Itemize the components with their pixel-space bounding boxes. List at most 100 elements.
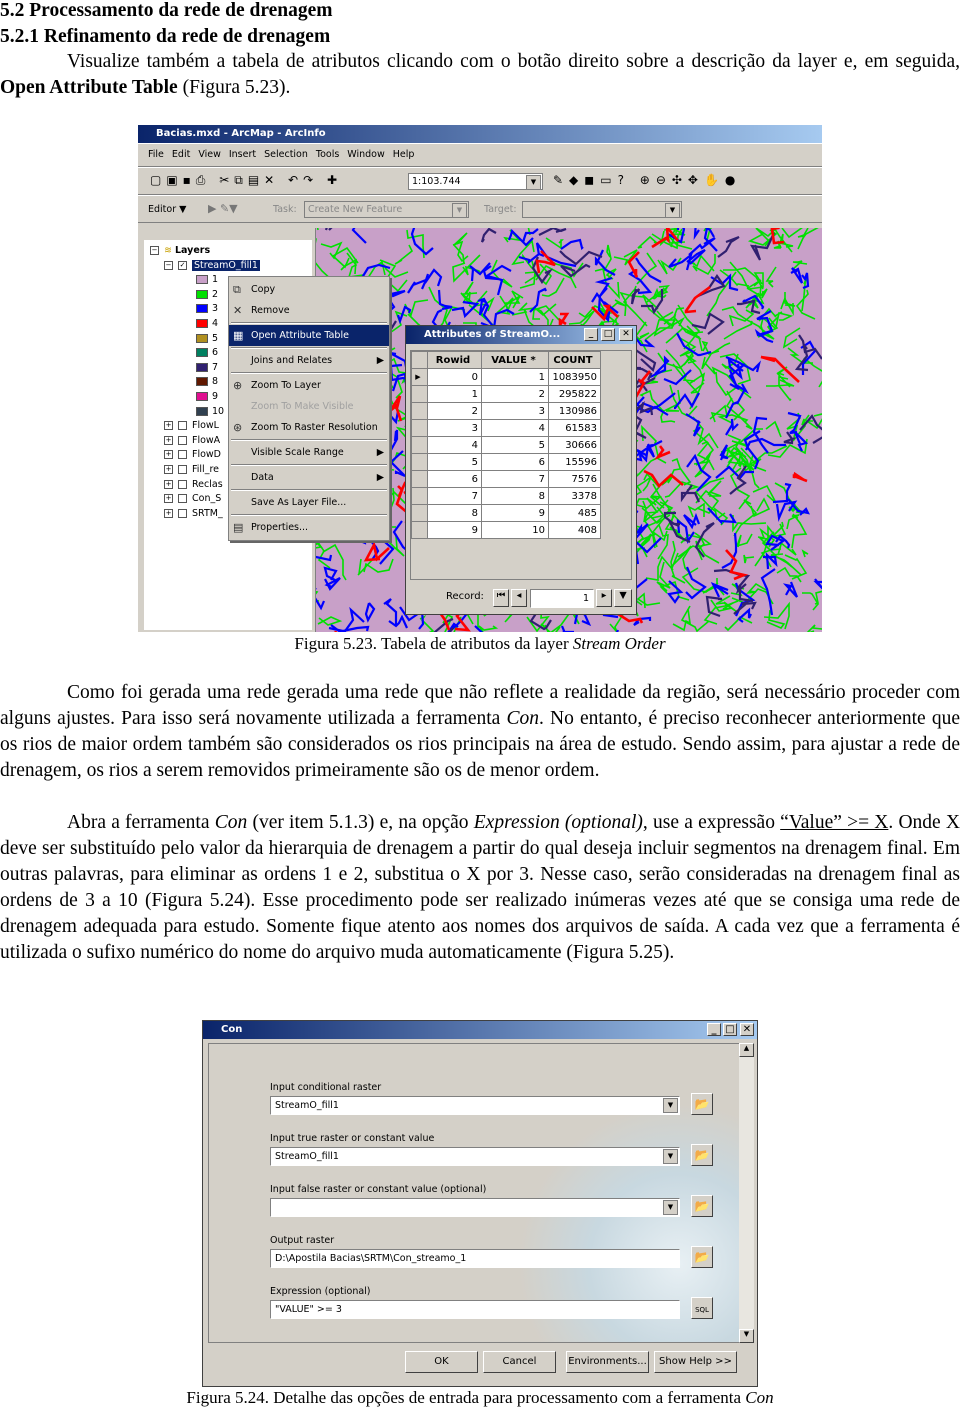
table-cell[interactable]: 9 xyxy=(481,504,549,522)
table-cell[interactable]: 10 xyxy=(481,521,549,539)
edit-tool-icons[interactable]: ▶ ✎▼ xyxy=(208,202,238,215)
scale-combo[interactable]: 1:103.744 ▼ xyxy=(408,173,543,190)
minimize-button[interactable]: _ xyxy=(584,328,598,341)
table-cell[interactable]: 9 xyxy=(427,521,482,539)
toolbar-icons-right[interactable]: ✎◆◼▭? ⊕⊖✣✥✋● xyxy=(553,173,741,187)
context-menu-item[interactable]: Visible Scale Range ▶ xyxy=(229,442,389,463)
sql-button[interactable]: SQL xyxy=(691,1297,713,1319)
browse-button[interactable]: 📂 xyxy=(691,1144,713,1166)
visibility-checkbox[interactable] xyxy=(178,435,187,445)
expand-icon[interactable]: + xyxy=(164,494,173,504)
table-cell[interactable]: 8 xyxy=(481,487,549,505)
table-cell[interactable]: 4 xyxy=(481,419,549,437)
menu-tools[interactable]: Tools xyxy=(316,149,339,160)
context-menu-item[interactable]: Save As Layer File... xyxy=(229,492,389,513)
menu-insert[interactable]: Insert xyxy=(229,149,256,160)
table-row[interactable]: 5 6 15596 xyxy=(411,453,601,471)
table-row[interactable]: 8 9 485 xyxy=(411,504,601,522)
context-menu-item[interactable]: ✕ Remove xyxy=(229,300,389,321)
field-input[interactable]: D:\Apostila Bacias\SRTM\Con_streamo_1 xyxy=(270,1249,680,1268)
table-row[interactable]: 4 5 30666 xyxy=(411,436,601,454)
next-record-button[interactable]: ▸ xyxy=(596,589,612,607)
table-cell[interactable]: 61583 xyxy=(548,419,601,437)
table-row[interactable]: 1 2 295822 xyxy=(411,385,601,403)
column-header[interactable]: COUNT xyxy=(548,351,601,369)
table-cell[interactable]: 5 xyxy=(481,436,549,454)
table-cell[interactable]: 7 xyxy=(427,487,482,505)
column-header[interactable]: VALUE * xyxy=(481,351,549,369)
row-selector[interactable] xyxy=(411,504,428,522)
chevron-down-icon[interactable]: ▼ xyxy=(526,175,541,190)
show-help-button[interactable]: Show Help >> xyxy=(654,1351,737,1373)
table-cell[interactable]: 7576 xyxy=(548,470,601,488)
previous-record-button[interactable]: ◂ xyxy=(511,589,527,607)
row-selector[interactable] xyxy=(411,453,428,471)
visibility-checkbox[interactable] xyxy=(178,464,187,474)
table-cell[interactable]: 408 xyxy=(548,521,601,539)
table-cell[interactable]: 5 xyxy=(427,453,482,471)
browse-button[interactable]: 📂 xyxy=(691,1093,713,1115)
expand-icon[interactable]: + xyxy=(164,450,173,460)
table-cell[interactable]: 295822 xyxy=(548,385,601,403)
visibility-checkbox[interactable] xyxy=(178,450,187,460)
maximize-button[interactable]: □ xyxy=(601,328,615,341)
collapse-icon[interactable]: − xyxy=(150,246,159,255)
scroll-down-button[interactable]: ▼ xyxy=(739,1329,754,1343)
toc-layer-streamo[interactable]: − ✓ StreamO_fill1 xyxy=(150,259,306,274)
table-row[interactable]: 6 7 7576 xyxy=(411,470,601,488)
task-combo[interactable]: Create New Feature ▼ xyxy=(304,201,469,218)
editor-menu[interactable]: Editor ▼ xyxy=(148,204,186,215)
maximize-button[interactable]: □ xyxy=(723,1023,737,1036)
table-cell[interactable]: 2 xyxy=(481,385,549,403)
chevron-down-icon[interactable]: ▼ xyxy=(663,1200,678,1215)
row-selector[interactable] xyxy=(411,470,428,488)
row-selector[interactable] xyxy=(411,402,428,420)
options-dropdown-button[interactable]: ▼ xyxy=(614,589,632,607)
table-cell[interactable]: 3 xyxy=(481,402,549,420)
field-input[interactable]: StreamO_fill1 ▼ xyxy=(270,1096,680,1115)
table-cell[interactable]: 1 xyxy=(481,368,549,386)
context-menu-item[interactable]: ▤ Properties... xyxy=(229,517,389,538)
context-menu-item[interactable]: ⊕ Zoom To Layer xyxy=(229,375,389,396)
row-selector[interactable] xyxy=(411,487,428,505)
menu-selection[interactable]: Selection xyxy=(264,149,308,160)
table-row[interactable]: 2 3 130986 xyxy=(411,402,601,420)
close-button[interactable]: ✕ xyxy=(740,1023,754,1036)
table-row[interactable]: ▶ 0 1 1083950 xyxy=(411,368,601,386)
context-menu-item[interactable]: Joins and Relates ▶ xyxy=(229,350,389,371)
table-row[interactable]: 7 8 3378 xyxy=(411,487,601,505)
menu-file[interactable]: File xyxy=(148,149,164,160)
context-menu-item[interactable]: Data ▶ xyxy=(229,467,389,488)
context-menu-item[interactable]: Zoom To Make Visible xyxy=(229,396,389,417)
record-input[interactable]: 1 xyxy=(530,589,594,608)
visibility-checkbox[interactable] xyxy=(178,494,187,504)
table-cell[interactable]: 3378 xyxy=(548,487,601,505)
expand-icon[interactable]: + xyxy=(164,421,173,431)
table-cell[interactable]: 8 xyxy=(427,504,482,522)
table-cell[interactable]: 6 xyxy=(481,453,549,471)
first-record-button[interactable]: ⏮ xyxy=(493,589,509,607)
table-row[interactable]: 9 10 408 xyxy=(411,521,601,539)
browse-button[interactable]: 📂 xyxy=(691,1195,713,1217)
table-cell[interactable]: 6 xyxy=(427,470,482,488)
collapse-icon[interactable]: − xyxy=(164,260,173,270)
browse-button[interactable]: 📂 xyxy=(691,1246,713,1268)
toolbar-icons[interactable]: ▢▣▪⎙ ✂⧉▤✕ ↶↷ ✚ xyxy=(150,173,342,188)
expand-icon[interactable]: + xyxy=(164,435,173,445)
chevron-down-icon[interactable]: ▼ xyxy=(663,1098,678,1113)
menu-help[interactable]: Help xyxy=(393,149,415,160)
visibility-checkbox[interactable]: ✓ xyxy=(178,260,187,270)
context-menu-item[interactable]: ⊛ Zoom To Raster Resolution xyxy=(229,417,389,438)
table-cell[interactable]: 1 xyxy=(427,385,482,403)
row-selector[interactable]: ▶ xyxy=(411,368,428,386)
expand-icon[interactable]: + xyxy=(164,479,173,489)
table-cell[interactable]: 3 xyxy=(427,419,482,437)
toc-root[interactable]: − ≋ Layers xyxy=(150,244,306,259)
menu-view[interactable]: View xyxy=(198,149,221,160)
row-selector[interactable] xyxy=(411,436,428,454)
menu-edit[interactable]: Edit xyxy=(172,149,190,160)
table-cell[interactable]: 30666 xyxy=(548,436,601,454)
table-cell[interactable]: 2 xyxy=(427,402,482,420)
menu-window[interactable]: Window xyxy=(347,149,384,160)
scroll-up-button[interactable]: ▲ xyxy=(739,1043,754,1057)
